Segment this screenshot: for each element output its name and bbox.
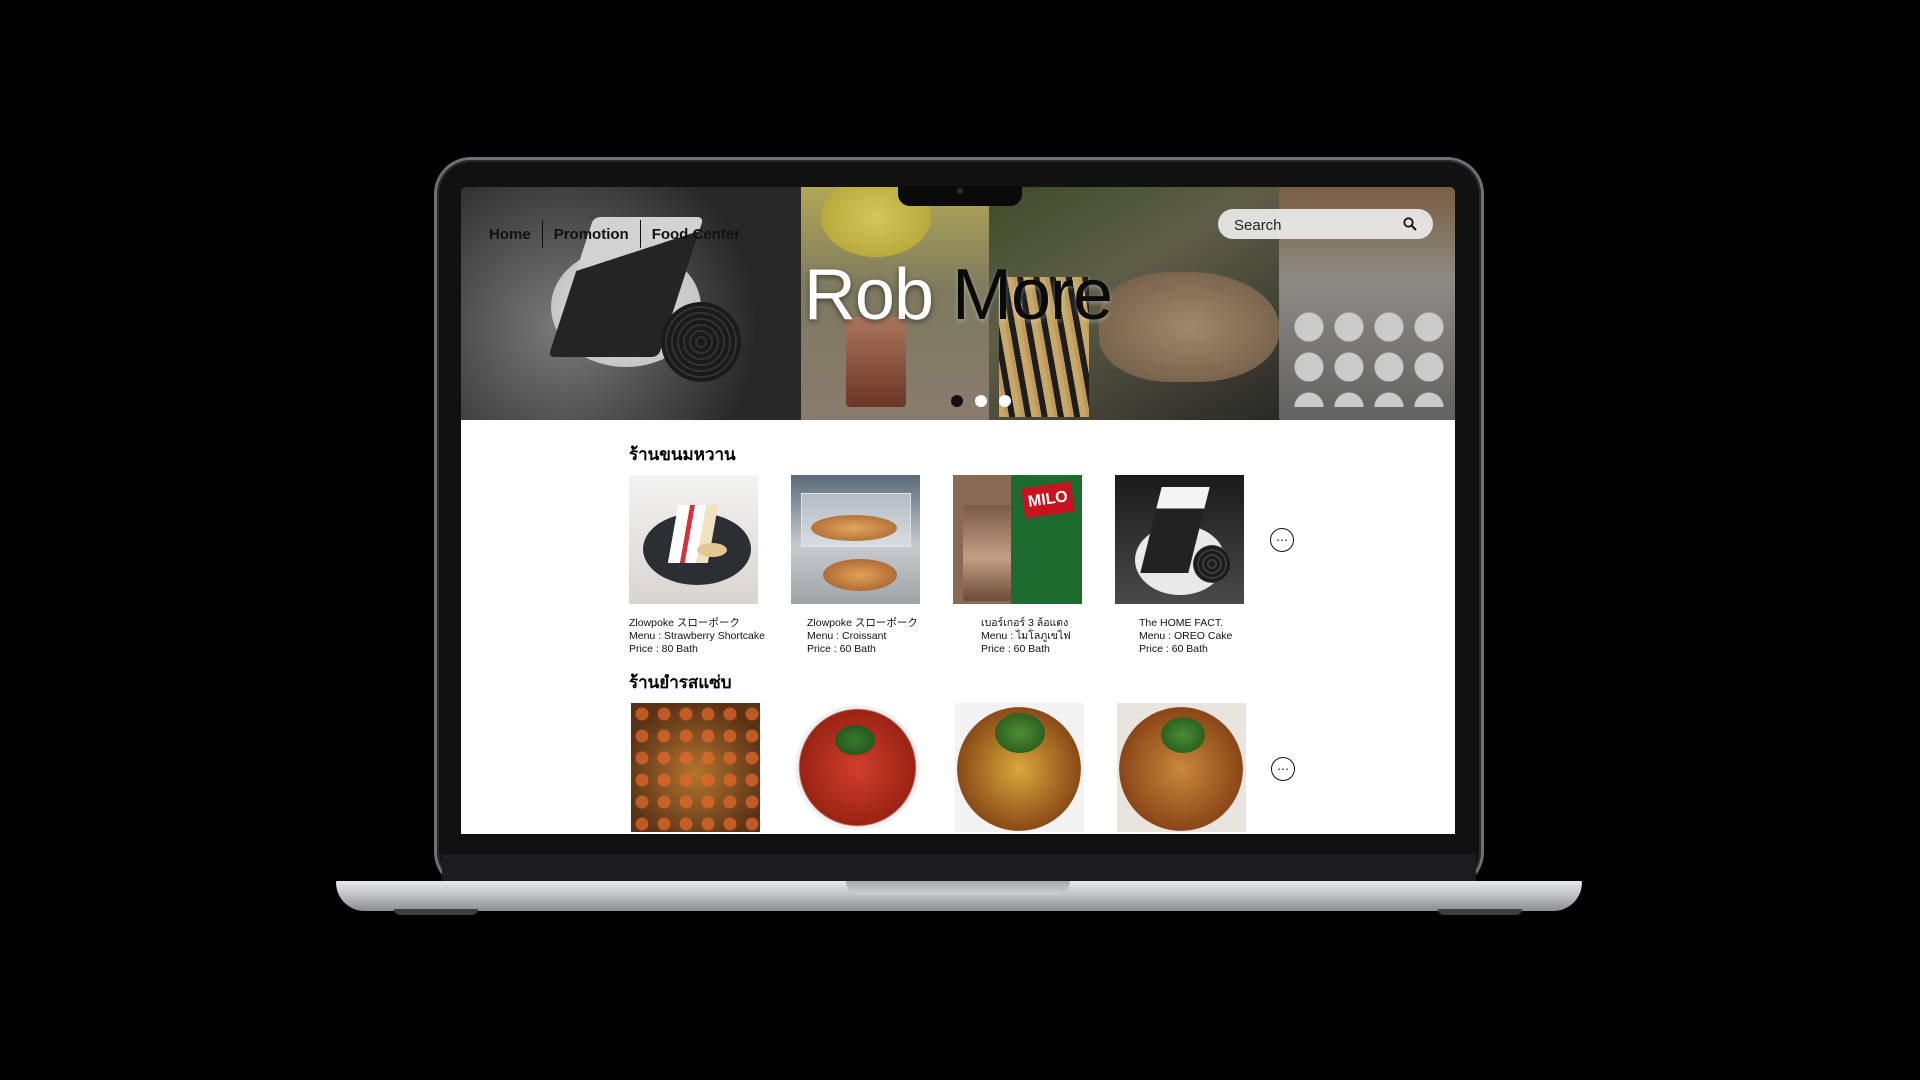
section-title-desserts: ร้านขนมหวาน — [629, 445, 736, 465]
hero-banner: Home Promotion Food Center Rob More — [461, 187, 1455, 420]
food-card[interactable] — [793, 703, 922, 832]
milo-logo: MILO — [1021, 481, 1075, 519]
nav-home[interactable]: Home — [489, 226, 542, 243]
food-caption: Zlowpoke スローポーク Menu : Croissant Price :… — [791, 617, 920, 656]
menu-name: Menu : Strawberry Shortcake — [629, 630, 765, 642]
food-image-spicy-salad-1[interactable] — [631, 703, 760, 832]
food-card[interactable] — [955, 703, 1084, 832]
dessert-row: Zlowpoke スローポーク Menu : Strawberry Shortc… — [629, 475, 1244, 656]
carousel-dot-1[interactable] — [951, 395, 963, 407]
menu-price: Price : 60 Bath — [807, 643, 876, 655]
carousel-dot-2[interactable] — [975, 395, 987, 407]
search-input[interactable] — [1232, 209, 1396, 241]
nav-food-center[interactable]: Food Center — [641, 226, 751, 243]
search-box — [1218, 209, 1433, 241]
shop-name: Zlowpoke スローポーク — [629, 617, 740, 629]
brand-title-word-2: More — [952, 255, 1113, 335]
food-image-strawberry-shortcake[interactable] — [629, 475, 758, 604]
food-image-croissant[interactable] — [791, 475, 920, 604]
food-image-spicy-salad-2[interactable] — [793, 703, 922, 832]
food-card[interactable]: Zlowpoke スローポーク Menu : Croissant Price :… — [791, 475, 920, 656]
website-screen: Home Promotion Food Center Rob More ร้าน… — [461, 187, 1455, 834]
food-card[interactable]: MILO เบอร์เกอร์ 3 ล้อแดง Menu : ไมโลภูเข… — [953, 475, 1082, 656]
food-card[interactable]: Zlowpoke スローポーク Menu : Strawberry Shortc… — [629, 475, 765, 656]
food-image-milo-volcano[interactable]: MILO — [953, 475, 1082, 604]
more-options-icon[interactable]: ⋯ — [1270, 528, 1294, 552]
nav-promotion[interactable]: Promotion — [543, 226, 640, 243]
laptop-foot — [394, 909, 478, 915]
laptop-trackpad-notch — [846, 881, 1070, 895]
brand-title-word-1: Rob — [803, 255, 934, 335]
main-nav: Home Promotion Food Center — [489, 220, 751, 248]
menu-price: Price : 60 Bath — [981, 643, 1050, 655]
food-caption: Zlowpoke スローポーク Menu : Strawberry Shortc… — [629, 617, 765, 656]
shop-name: Zlowpoke スローポーク — [807, 617, 918, 629]
food-image-oreo-cake[interactable] — [1115, 475, 1244, 604]
salad-row — [631, 703, 1246, 832]
food-image-spicy-salad-3[interactable] — [955, 703, 1084, 832]
food-caption: The HOME FACT. Menu : OREO Cake Price : … — [1115, 617, 1244, 656]
shop-name: The HOME FACT. — [1139, 617, 1224, 629]
laptop-foot — [1438, 909, 1522, 915]
carousel-dots — [951, 395, 1011, 407]
food-card[interactable]: The HOME FACT. Menu : OREO Cake Price : … — [1115, 475, 1244, 656]
brand-title: Rob More — [461, 255, 1455, 335]
menu-name: Menu : ไมโลภูเขไฟ — [981, 630, 1071, 642]
more-options-icon[interactable]: ⋯ — [1271, 757, 1295, 781]
food-caption: เบอร์เกอร์ 3 ล้อแดง Menu : ไมโลภูเขไฟ Pr… — [953, 617, 1082, 656]
carousel-dot-3[interactable] — [999, 395, 1011, 407]
food-card[interactable] — [631, 703, 760, 832]
menu-price: Price : 80 Bath — [629, 643, 698, 655]
menu-price: Price : 60 Bath — [1139, 643, 1208, 655]
food-card[interactable] — [1117, 703, 1246, 832]
menu-name: Menu : OREO Cake — [1139, 630, 1233, 642]
shop-name: เบอร์เกอร์ 3 ล้อแดง — [981, 617, 1069, 629]
laptop-hinge — [442, 854, 1476, 884]
search-icon[interactable] — [1403, 217, 1417, 231]
food-image-spicy-salad-4[interactable] — [1117, 703, 1246, 832]
menu-name: Menu : Croissant — [807, 630, 887, 642]
section-title-spicy-salad: ร้านยำรสแซ่บ — [629, 673, 732, 693]
camera-icon — [957, 188, 963, 194]
